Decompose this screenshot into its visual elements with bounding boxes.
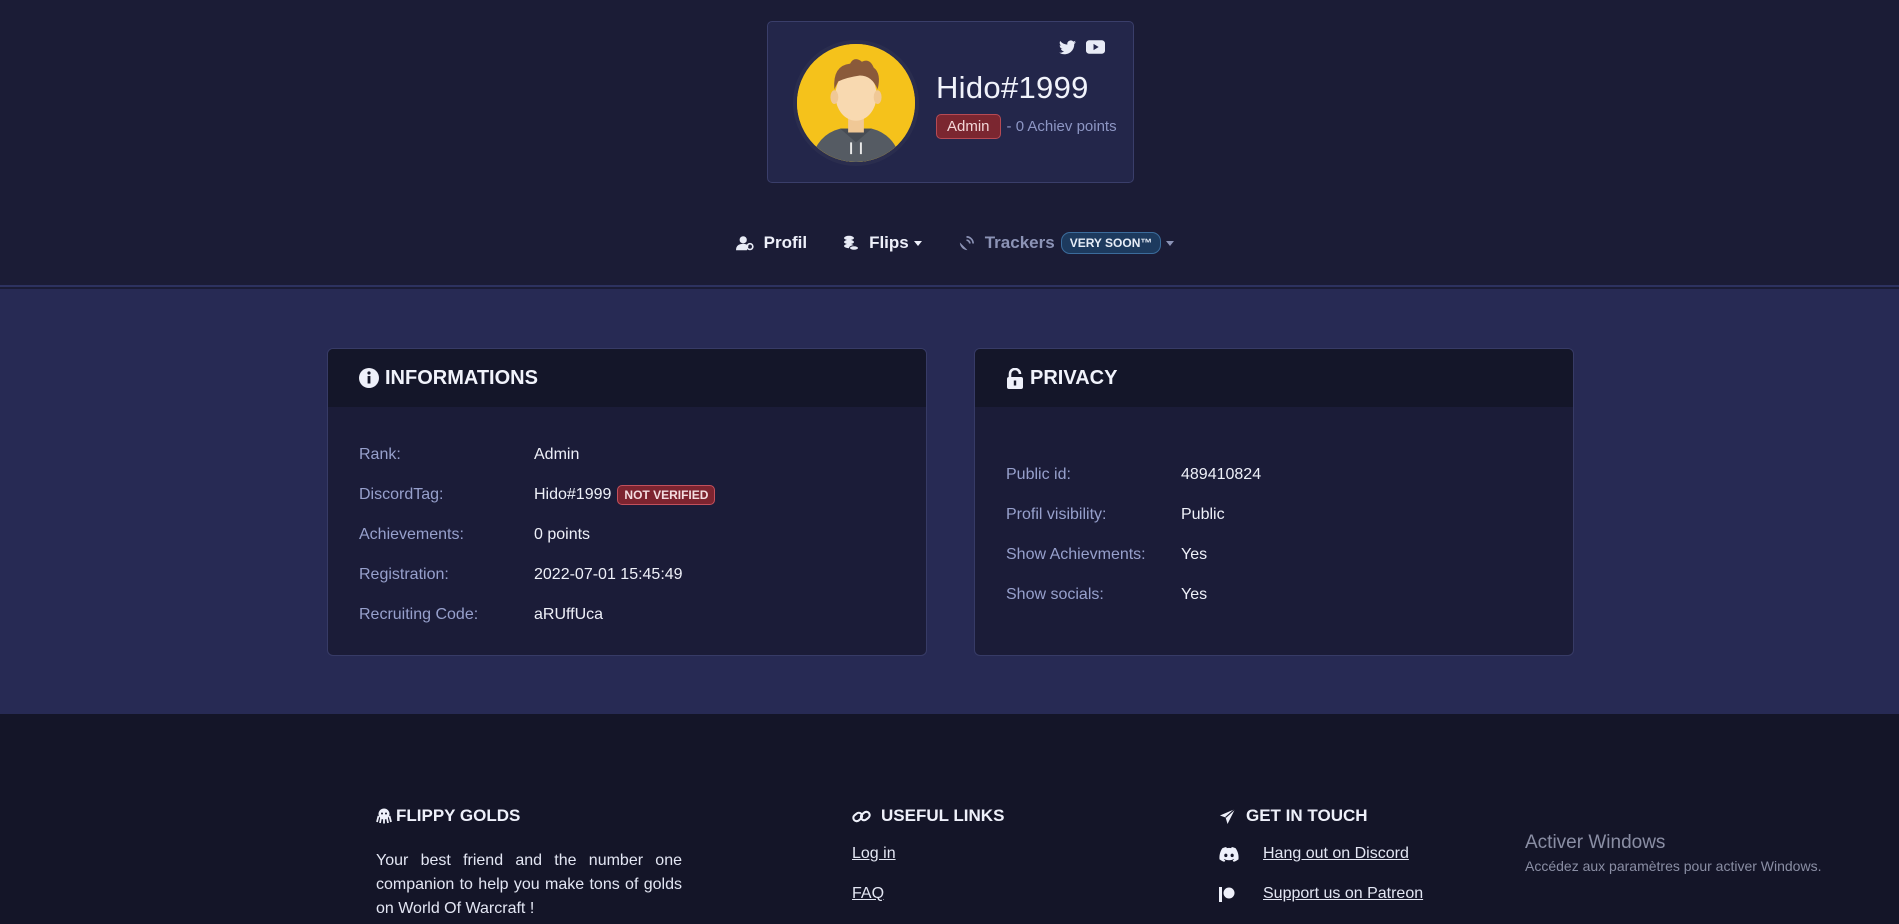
info-circle-icon bbox=[359, 368, 379, 388]
nav-flips-label: Flips bbox=[869, 233, 909, 252]
informations-list: Rank: Admin DiscordTag: Hido#1999 NOT VE… bbox=[328, 407, 926, 635]
patreon-link-label: Support us on Patreon bbox=[1263, 885, 1424, 902]
privacy-title: PRIVACY bbox=[1030, 366, 1118, 389]
link-icon bbox=[852, 808, 871, 825]
paper-plane-icon bbox=[1219, 808, 1236, 825]
profile-username: Hido#1999 bbox=[936, 70, 1089, 105]
footer-links-label: USEFUL LINKS bbox=[881, 806, 1005, 825]
rank-badge: Admin bbox=[936, 114, 1001, 139]
coins-icon bbox=[843, 235, 860, 251]
footer-brand-text: Your best friend and the number one comp… bbox=[376, 852, 682, 917]
privacy-label: Show socials: bbox=[1006, 586, 1104, 603]
patreon-link[interactable]: Support us on Patreon bbox=[1219, 882, 1423, 906]
windows-activation-watermark: Activer Windows Accédez aux paramètres p… bbox=[1525, 832, 1821, 874]
main-content: INFORMATIONS Rank: Admin DiscordTag: Hid… bbox=[0, 289, 1899, 714]
chevron-down-icon bbox=[1166, 240, 1175, 246]
avatar bbox=[793, 40, 919, 166]
rank-line: Admin - 0 Achiev points bbox=[936, 114, 1117, 139]
social-links bbox=[1059, 40, 1105, 55]
watermark-subtitle: Accédez aux paramètres pour activer Wind… bbox=[1525, 858, 1822, 874]
privacy-list: Public id: 489410824 Profil visibility: … bbox=[975, 407, 1573, 615]
chevron-down-icon bbox=[913, 240, 922, 246]
youtube-icon[interactable] bbox=[1086, 40, 1105, 55]
info-label: Achievements: bbox=[359, 526, 464, 543]
octopus-icon bbox=[376, 808, 392, 824]
satellite-dish-icon bbox=[958, 235, 975, 252]
footer-contact-title: GET IN TOUCH bbox=[1219, 806, 1423, 826]
profile-card: Hido#1999 Admin - 0 Achiev points bbox=[767, 21, 1134, 183]
info-label: Rank: bbox=[359, 446, 401, 463]
privacy-row-public-id: Public id: 489410824 bbox=[1006, 455, 1573, 495]
info-row-recruiting-code: Recruiting Code: aRUffUca bbox=[359, 595, 926, 635]
privacy-value: Yes bbox=[1181, 546, 1208, 563]
informations-header: INFORMATIONS bbox=[328, 349, 926, 407]
info-label: Recruiting Code: bbox=[359, 606, 479, 623]
achiev-points: - 0 Achiev points bbox=[1006, 118, 1117, 135]
nav-profil[interactable]: Profil bbox=[718, 233, 825, 253]
info-label: DiscordTag: bbox=[359, 486, 444, 503]
not-verified-badge: NOT VERIFIED bbox=[617, 485, 716, 505]
informations-title: INFORMATIONS bbox=[385, 366, 538, 389]
privacy-panel: PRIVACY Public id: 489410824 Profil visi… bbox=[974, 348, 1574, 656]
unlock-icon bbox=[1006, 367, 1024, 389]
privacy-row-visibility: Profil visibility: Public bbox=[1006, 495, 1573, 535]
info-row-registration: Registration: 2022-07-01 15:45:49 bbox=[359, 555, 926, 595]
footer-contact: GET IN TOUCH Hang out on Discord Support… bbox=[1219, 806, 1423, 906]
info-value: 2022-07-01 15:45:49 bbox=[534, 566, 683, 583]
footer: FLIPPY GOLDS Your best friend and the nu… bbox=[0, 714, 1899, 924]
privacy-label: Show Achievments: bbox=[1006, 546, 1146, 563]
privacy-value: Yes bbox=[1181, 586, 1208, 603]
nav-trackers[interactable]: Trackers VERY SOON™ bbox=[940, 232, 1193, 254]
twitter-icon[interactable] bbox=[1059, 40, 1076, 55]
footer-brand-label: FLIPPY GOLDS bbox=[396, 806, 521, 825]
nav-flips[interactable]: Flips bbox=[825, 233, 940, 253]
header-area: Hido#1999 Admin - 0 Achiev points Profil… bbox=[0, 0, 1899, 287]
patreon-icon bbox=[1219, 886, 1263, 902]
privacy-header: PRIVACY bbox=[975, 349, 1573, 407]
info-value: 0 points bbox=[534, 526, 591, 543]
info-value: aRUffUca bbox=[534, 606, 604, 623]
discord-link-label: Hang out on Discord bbox=[1263, 845, 1409, 862]
info-row-discordtag: DiscordTag: Hido#1999 NOT VERIFIED bbox=[359, 475, 926, 515]
info-label: Registration: bbox=[359, 566, 449, 583]
footer-brand: FLIPPY GOLDS Your best friend and the nu… bbox=[376, 806, 682, 921]
nav-trackers-label: Trackers bbox=[984, 233, 1055, 252]
very-soon-badge: VERY SOON™ bbox=[1060, 232, 1162, 254]
discord-link[interactable]: Hang out on Discord bbox=[1219, 842, 1423, 866]
watermark-title: Activer Windows bbox=[1525, 832, 1666, 853]
privacy-value: 489410824 bbox=[1181, 466, 1262, 483]
profile-nav: Profil Flips Trackers VERY SOON™ bbox=[0, 232, 1899, 254]
user-icon bbox=[735, 235, 754, 251]
informations-panel: INFORMATIONS Rank: Admin DiscordTag: Hid… bbox=[327, 348, 927, 656]
footer-contact-label: GET IN TOUCH bbox=[1246, 806, 1368, 825]
footer-useful-links: USEFUL LINKS Log in FAQ bbox=[852, 806, 1004, 906]
info-row-rank: Rank: Admin bbox=[359, 435, 926, 475]
privacy-label: Public id: bbox=[1006, 466, 1071, 483]
avatar-illustration bbox=[797, 44, 915, 162]
privacy-value: Public bbox=[1181, 506, 1225, 523]
faq-link[interactable]: FAQ bbox=[852, 882, 1004, 906]
info-value-wrap: Hido#1999 NOT VERIFIED bbox=[534, 485, 716, 505]
privacy-row-show-achievments: Show Achievments: Yes bbox=[1006, 535, 1573, 575]
nav-profil-label: Profil bbox=[763, 233, 808, 252]
login-link[interactable]: Log in bbox=[852, 842, 1004, 866]
info-row-achievements: Achievements: 0 points bbox=[359, 515, 926, 555]
footer-links-title: USEFUL LINKS bbox=[852, 806, 1004, 826]
discord-icon bbox=[1219, 846, 1263, 862]
info-value: Admin bbox=[534, 446, 580, 463]
privacy-label: Profil visibility: bbox=[1006, 506, 1107, 523]
info-value: Hido#1999 bbox=[534, 486, 612, 503]
privacy-row-show-socials: Show socials: Yes bbox=[1006, 575, 1573, 615]
footer-brand-title: FLIPPY GOLDS bbox=[376, 806, 682, 826]
